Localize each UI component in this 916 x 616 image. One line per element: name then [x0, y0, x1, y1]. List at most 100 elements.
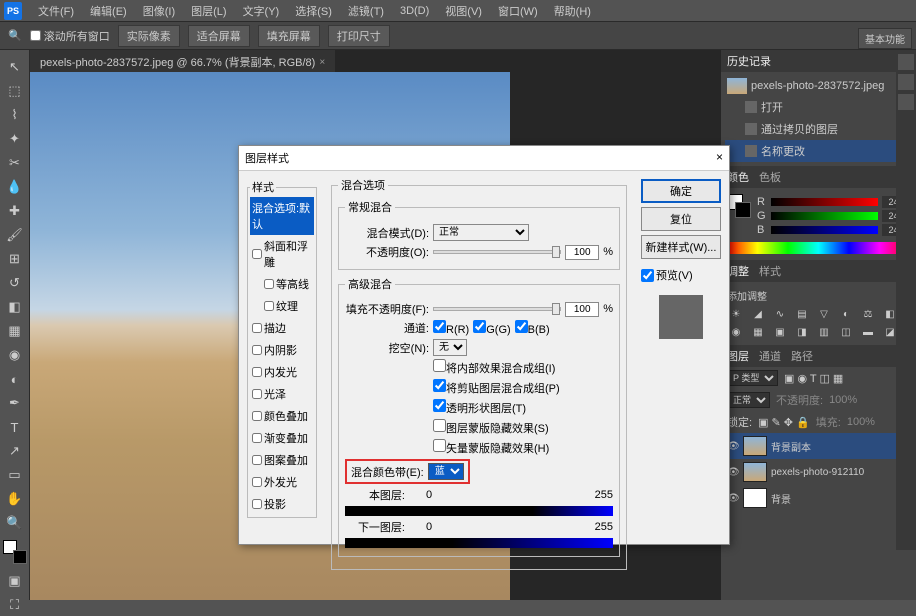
quickmask-toggle[interactable]: ▣	[4, 570, 26, 592]
history-step[interactable]: 名称更改	[725, 140, 912, 162]
menu-image[interactable]: 图像(I)	[135, 1, 183, 21]
lookup-icon[interactable]: ▣	[771, 325, 789, 339]
zoom-tool[interactable]: 🔍	[4, 512, 26, 534]
spectrum-bar[interactable]	[727, 242, 910, 254]
fill-opacity-input[interactable]	[565, 302, 599, 317]
exposure-icon[interactable]: ▤	[793, 307, 811, 321]
scroll-all-checkbox[interactable]: 滚动所有窗口	[30, 28, 110, 44]
color-swatch[interactable]	[727, 194, 751, 218]
color-panel-tab[interactable]: 颜色	[727, 169, 749, 185]
style-pattern-overlay[interactable]: 图案叠加	[250, 449, 314, 471]
actual-pixels-button[interactable]: 实际像素	[118, 25, 180, 47]
paths-panel-tab[interactable]: 路径	[791, 348, 813, 364]
blend-mode-select[interactable]: 正常	[727, 392, 770, 408]
b-slider[interactable]	[771, 226, 878, 234]
r-slider[interactable]	[771, 198, 878, 206]
history-snapshot[interactable]: pexels-photo-2837572.jpeg	[725, 76, 912, 96]
opacity-slider[interactable]	[433, 250, 561, 254]
style-stroke[interactable]: 描边	[250, 317, 314, 339]
stamp-tool[interactable]: ⊞	[4, 248, 26, 270]
menu-help[interactable]: 帮助(H)	[546, 1, 599, 21]
style-contour[interactable]: 等高线	[250, 273, 314, 295]
workspace-switcher[interactable]: 基本功能	[858, 28, 912, 49]
vibrance-icon[interactable]: ▽	[815, 307, 833, 321]
layer-row[interactable]: 👁pexels-photo-912110	[721, 459, 916, 485]
blend-mode-dropdown[interactable]: 正常	[433, 224, 529, 241]
crop-tool[interactable]: ✂	[4, 152, 26, 174]
history-step[interactable]: 打开	[725, 96, 912, 118]
style-texture[interactable]: 纹理	[250, 295, 314, 317]
colorbal-icon[interactable]: ⚖	[859, 307, 877, 321]
gradient-tool[interactable]: ▦	[4, 320, 26, 342]
menu-edit[interactable]: 编辑(E)	[82, 1, 135, 21]
g-slider[interactable]	[771, 212, 878, 220]
document-tab[interactable]: pexels-photo-2837572.jpeg @ 66.7% (背景副本,…	[30, 50, 335, 74]
posterize-icon[interactable]: ▥	[815, 325, 833, 339]
pen-tool[interactable]: ✒	[4, 392, 26, 414]
healing-tool[interactable]: ✚	[4, 200, 26, 222]
opacity-value[interactable]: 100%	[829, 394, 857, 406]
panel-icon[interactable]	[898, 74, 914, 90]
menu-window[interactable]: 窗口(W)	[490, 1, 546, 21]
clipped-layers-checkbox[interactable]: 将剪贴图层混合成组(P)	[433, 379, 560, 396]
blur-tool[interactable]: ◉	[4, 344, 26, 366]
ok-button[interactable]: 确定	[641, 179, 721, 203]
new-style-button[interactable]: 新建样式(W)...	[641, 235, 721, 259]
knockout-dropdown[interactable]: 无	[433, 339, 467, 356]
panel-icon[interactable]	[898, 94, 914, 110]
gradmap-icon[interactable]: ▬	[859, 325, 877, 339]
close-icon[interactable]: ×	[716, 150, 723, 166]
brush-tool[interactable]: 🖌	[4, 224, 26, 246]
channel-g-checkbox[interactable]: G(G)	[473, 320, 510, 336]
hue-icon[interactable]: ◐	[837, 307, 855, 321]
lasso-tool[interactable]: ⌇	[4, 104, 26, 126]
menu-filter[interactable]: 滤镜(T)	[340, 1, 392, 21]
this-layer-gradient[interactable]	[345, 506, 613, 516]
history-panel-tab[interactable]: 历史记录	[727, 53, 771, 69]
history-brush-tool[interactable]: ↺	[4, 272, 26, 294]
shape-tool[interactable]: ▭	[4, 464, 26, 486]
print-size-button[interactable]: 打印尺寸	[328, 25, 390, 47]
opacity-input[interactable]	[565, 245, 599, 260]
menu-3d[interactable]: 3D(D)	[392, 3, 437, 19]
swatches-panel-tab[interactable]: 色板	[759, 169, 781, 185]
channel-b-checkbox[interactable]: B(B)	[515, 320, 550, 336]
style-drop-shadow[interactable]: 投影	[250, 493, 314, 515]
menu-select[interactable]: 选择(S)	[287, 1, 340, 21]
hand-tool[interactable]: ✋	[4, 488, 26, 510]
style-bevel[interactable]: 斜面和浮雕	[250, 235, 314, 273]
move-tool[interactable]: ↖	[4, 56, 26, 78]
dodge-tool[interactable]: ◐	[4, 368, 26, 390]
eyedropper-tool[interactable]: 💧	[4, 176, 26, 198]
layer-row[interactable]: 👁背景副本	[721, 433, 916, 459]
path-tool[interactable]: ↗	[4, 440, 26, 462]
cancel-button[interactable]: 复位	[641, 207, 721, 231]
fill-screen-button[interactable]: 填充屏幕	[258, 25, 320, 47]
menu-layer[interactable]: 图层(L)	[183, 1, 234, 21]
style-blending-options[interactable]: 混合选项:默认	[250, 197, 314, 235]
fg-bg-swatch[interactable]	[3, 540, 27, 564]
invert-icon[interactable]: ◨	[793, 325, 811, 339]
menu-view[interactable]: 视图(V)	[437, 1, 490, 21]
transparency-shapes-checkbox[interactable]: 透明形状图层(T)	[433, 399, 526, 416]
threshold-icon[interactable]: ◫	[837, 325, 855, 339]
style-satin[interactable]: 光泽	[250, 383, 314, 405]
adjustments-panel-tab[interactable]: 调整	[727, 263, 749, 279]
channel-r-checkbox[interactable]: R(R)	[433, 320, 469, 336]
type-tool[interactable]: T	[4, 416, 26, 438]
style-outer-glow[interactable]: 外发光	[250, 471, 314, 493]
preview-checkbox[interactable]: 预览(V)	[641, 267, 721, 283]
wand-tool[interactable]: ✦	[4, 128, 26, 150]
channel-mixer-icon[interactable]: ▦	[749, 325, 767, 339]
menu-file[interactable]: 文件(F)	[30, 1, 82, 21]
style-gradient-overlay[interactable]: 渐变叠加	[250, 427, 314, 449]
screenmode-toggle[interactable]: ⛶	[4, 594, 26, 616]
layer-kind-select[interactable]: P 类型	[727, 370, 778, 386]
interior-effects-checkbox[interactable]: 将内部效果混合成组(I)	[433, 359, 555, 376]
fill-value[interactable]: 100%	[847, 416, 875, 428]
fill-opacity-slider[interactable]	[433, 307, 561, 311]
close-tab-icon[interactable]: ×	[319, 57, 325, 68]
channels-panel-tab[interactable]: 通道	[759, 348, 781, 364]
style-inner-shadow[interactable]: 内阴影	[250, 339, 314, 361]
blend-if-dropdown[interactable]: 蓝	[428, 463, 464, 480]
